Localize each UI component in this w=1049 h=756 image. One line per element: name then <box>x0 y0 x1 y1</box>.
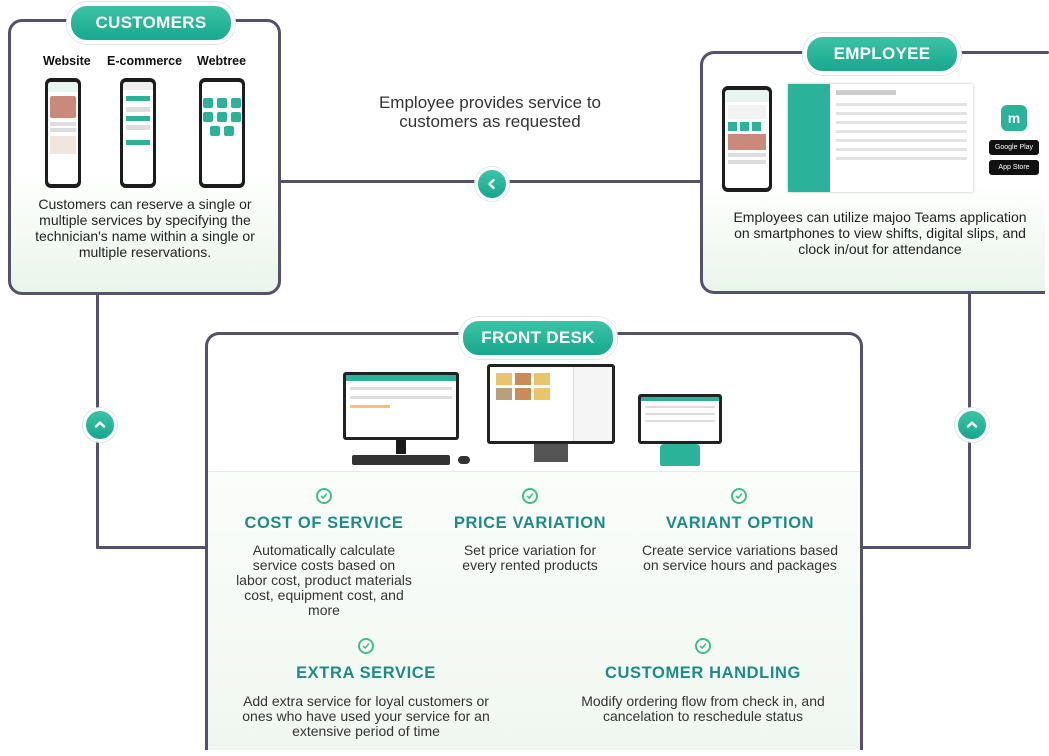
pos-monitor-mockup <box>487 364 615 444</box>
channel-website-label: Website <box>43 54 91 68</box>
employee-badge: EMPLOYEE <box>803 33 961 75</box>
app-store-badge[interactable]: App Store <box>989 160 1039 175</box>
tablet-mockup <box>638 394 722 444</box>
keyboard-mockup <box>352 455 450 465</box>
check-icon <box>358 638 374 654</box>
tablet-stand <box>660 444 700 466</box>
feature-title-variant-option: VARIANT OPTION <box>665 514 815 532</box>
chevron-up-icon[interactable] <box>955 408 989 442</box>
employee-box-top-edge <box>955 51 1049 54</box>
desktop-monitor-mockup <box>343 372 459 440</box>
connector-left-horizontal <box>96 546 208 549</box>
channel-ecommerce-label: E-commerce <box>107 54 183 68</box>
channel-webtree-label: Webtree <box>197 54 247 68</box>
chevron-left-icon[interactable] <box>475 167 509 201</box>
connector-caption: Employee provides service to customers a… <box>378 93 602 131</box>
feature-title-price-variation: PRICE VARIATION <box>453 514 607 532</box>
google-play-badge[interactable]: Google Play <box>989 140 1039 155</box>
check-icon <box>695 638 711 654</box>
feature-title-customer-handling: CUSTOMER HANDLING <box>605 664 801 682</box>
customers-description: Customers can reserve a single or multip… <box>35 196 255 260</box>
chevron-up-icon[interactable] <box>83 408 117 442</box>
pos-stand <box>534 444 568 462</box>
feature-title-extra-service: EXTRA SERVICE <box>296 664 436 682</box>
check-icon <box>731 488 747 504</box>
feature-desc-extra-service: Add extra service for loyal customers or… <box>242 693 490 739</box>
ecommerce-phone-mockup <box>120 78 156 188</box>
webtree-phone-mockup <box>199 78 245 188</box>
customers-badge: CUSTOMERS <box>67 2 235 44</box>
check-icon <box>316 488 332 504</box>
feature-desc-price-variation: Set price variation for every rented pro… <box>462 542 598 573</box>
employee-dashboard-mockup <box>788 84 973 192</box>
desktop-stand <box>396 440 406 454</box>
front-desk-badge: FRONT DESK <box>459 317 617 359</box>
mouse-mockup <box>458 456 470 464</box>
employee-phone-mockup <box>722 86 772 192</box>
check-icon <box>522 488 538 504</box>
feature-desc-variant-option: Create service variations based on servi… <box>641 542 839 573</box>
website-phone-mockup <box>45 78 81 188</box>
connector-right-horizontal <box>860 546 971 549</box>
employee-description: Employees can utilize majoo Teams applic… <box>733 209 1027 257</box>
feature-title-cost-of-service: COST OF SERVICE <box>244 514 404 532</box>
feature-desc-cost-of-service: Automatically calculate service costs ba… <box>236 542 412 618</box>
feature-desc-customer-handling: Modify ordering flow from check in, and … <box>581 693 825 724</box>
majoo-app-icon: m <box>1001 105 1027 131</box>
